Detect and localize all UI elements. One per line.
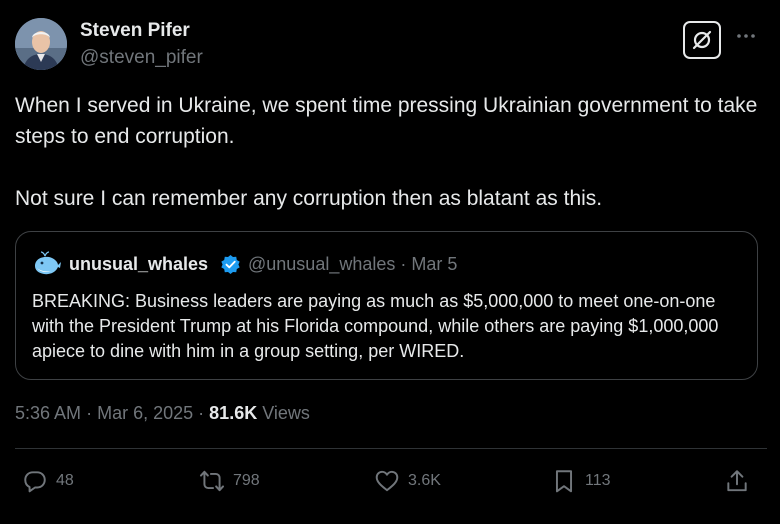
verified-badge-icon	[221, 254, 240, 275]
quoted-tweet[interactable]: unusual_whales @unusual_whales · Mar 5 B…	[15, 231, 758, 380]
more-icon	[737, 34, 755, 38]
separator: ·	[198, 403, 205, 423]
separator: ·	[86, 403, 93, 423]
reply-icon	[24, 471, 46, 493]
tweet-date[interactable]: Mar 6, 2025	[97, 403, 193, 423]
tweet-paragraph: When I served in Ukraine, we spent time …	[15, 94, 758, 148]
share-icon	[727, 470, 747, 492]
author-avatar[interactable]	[15, 18, 67, 70]
quoted-meta: @unusual_whales · Mar 5	[248, 254, 457, 275]
tweet-paragraph: Not sure I can remember any corruption t…	[15, 187, 603, 210]
share-button[interactable]	[724, 467, 750, 495]
quoted-handle[interactable]: @unusual_whales	[248, 254, 395, 274]
repost-count: 798	[233, 472, 260, 489]
divider	[15, 448, 767, 449]
reply-button[interactable]: 48	[22, 467, 74, 495]
repost-icon	[199, 470, 225, 492]
like-button[interactable]: 3.6K	[374, 467, 441, 495]
repost-button[interactable]: 798	[199, 467, 260, 495]
heart-icon	[375, 470, 399, 492]
quoted-author-name[interactable]: unusual_whales	[69, 254, 208, 275]
whale-avatar-icon	[35, 251, 61, 275]
more-options-button[interactable]	[734, 24, 758, 48]
tweet-text: When I served in Ukraine, we spent time …	[15, 90, 767, 214]
bookmark-button[interactable]: 113	[551, 467, 611, 495]
quoted-date[interactable]: Mar 5	[411, 254, 457, 274]
author-handle[interactable]: @steven_pifer	[80, 47, 203, 69]
grok-icon	[692, 30, 712, 50]
views-label: Views	[262, 403, 310, 423]
tweet-time[interactable]: 5:36 AM	[15, 403, 81, 423]
quoted-text: BREAKING: Business leaders are paying as…	[32, 291, 719, 361]
tweet-meta: 5:36 AM · Mar 6, 2025 · 81.6K Views	[15, 403, 310, 424]
reply-count: 48	[56, 472, 74, 489]
author-name[interactable]: Steven Pifer	[80, 20, 190, 42]
bookmark-count: 113	[585, 472, 611, 489]
person-avatar-icon	[15, 18, 67, 70]
grok-button[interactable]	[683, 21, 721, 59]
separator: ·	[400, 254, 407, 274]
views-count: 81.6K	[209, 403, 258, 423]
bookmark-icon	[555, 470, 573, 493]
like-count: 3.6K	[408, 472, 441, 489]
